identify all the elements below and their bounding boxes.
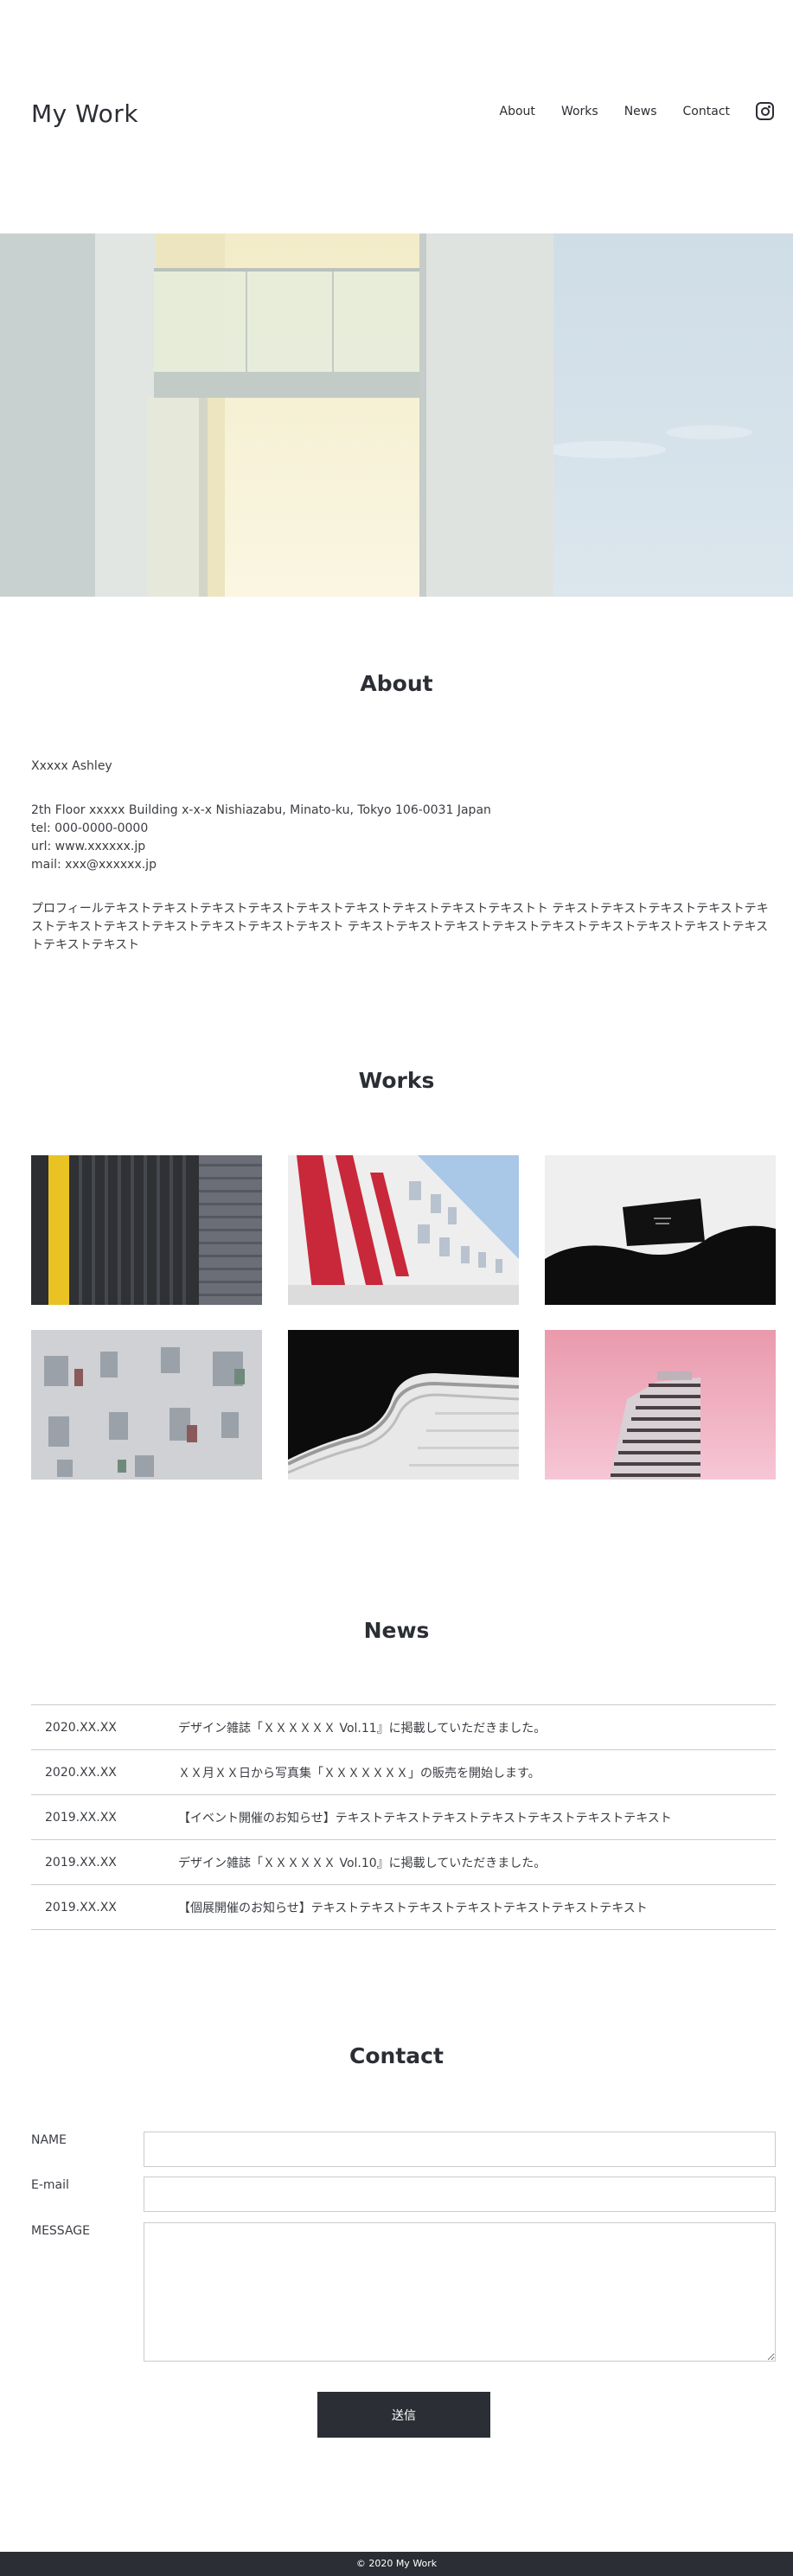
site-logo[interactable]: My Work [31, 99, 138, 128]
email-field[interactable] [144, 2176, 776, 2212]
news-item[interactable]: 2020.XX.XX ＸＸ月ＸＸ日から写真集「ＸＸＸＸＸＸＸ」の販売を開始します… [31, 1750, 776, 1795]
news-item[interactable]: 2019.XX.XX 【個展開催のお知らせ】テキストテキストテキストテキストテキ… [31, 1885, 776, 1930]
work-item-yellow-stripe[interactable] [31, 1155, 262, 1305]
about-name: Xxxxx Ashley [31, 759, 112, 773]
site-header: My Work About Works News Contact [0, 0, 793, 233]
nav-contact[interactable]: Contact [683, 105, 730, 118]
about-profile: プロフィールテキストテキストテキストテキストテキストテキストテキストテキストテキ… [31, 902, 769, 952]
work-item-curved-building[interactable] [288, 1330, 519, 1480]
work-item-red-white[interactable] [288, 1155, 519, 1305]
main-nav: About Works News Contact [500, 102, 774, 120]
works-grid [31, 1155, 776, 1480]
news-date: 2020.XX.XX [45, 1720, 117, 1735]
submit-button[interactable]: 送信 [317, 2392, 490, 2438]
news-date: 2019.XX.XX [45, 1810, 117, 1825]
instagram-icon[interactable] [756, 102, 774, 120]
about-title: About [360, 671, 433, 696]
news-text: デザイン雑誌「ＸＸＸＸＸＸ Vol.11』に掲載していただきました。 [178, 1721, 547, 1735]
news-text: デザイン雑誌「ＸＸＸＸＸＸ Vol.10』に掲載していただきました。 [178, 1856, 547, 1870]
work-item-pink-tower[interactable] [545, 1330, 776, 1480]
message-field[interactable] [144, 2222, 776, 2362]
news-text: 【個展開催のお知らせ】テキストテキストテキストテキストテキストテキストテキスト [178, 1901, 648, 1915]
email-label: E-mail [31, 2178, 69, 2192]
about-address: 2th Floor xxxxx Building x-x-x Nishiazab… [31, 803, 491, 817]
about-url: url: www.xxxxxx.jp [31, 840, 146, 853]
news-text: ＸＸ月ＸＸ日から写真集「ＸＸＸＸＸＸＸ」の販売を開始します。 [178, 1766, 540, 1780]
work-item-white-balcony[interactable] [545, 1155, 776, 1305]
hero-image [0, 233, 793, 597]
name-field[interactable] [144, 2132, 776, 2167]
copyright-text: © 2020 My Work [355, 2558, 438, 2569]
about-tel: tel: 000-0000-0000 [31, 821, 149, 835]
name-label: NAME [31, 2133, 67, 2147]
works-title: Works [358, 1068, 435, 1093]
news-item[interactable]: 2019.XX.XX デザイン雑誌「ＸＸＸＸＸＸ Vol.10』に掲載していただ… [31, 1840, 776, 1885]
contact-title: Contact [349, 2043, 444, 2068]
message-label: MESSAGE [31, 2224, 90, 2238]
nav-about[interactable]: About [500, 105, 535, 118]
news-item[interactable]: 2020.XX.XX デザイン雑誌「ＸＸＸＸＸＸ Vol.11』に掲載していただ… [31, 1705, 776, 1750]
news-text: 【イベント開催のお知らせ】テキストテキストテキストテキストテキストテキストテキス… [178, 1811, 672, 1825]
about-mail: mail: xxx@xxxxxx.jp [31, 858, 157, 872]
news-list: 2020.XX.XX デザイン雑誌「ＸＸＸＸＸＸ Vol.11』に掲載していただ… [31, 1704, 776, 1930]
news-item[interactable]: 2019.XX.XX 【イベント開催のお知らせ】テキストテキストテキストテキスト… [31, 1795, 776, 1840]
news-date: 2019.XX.XX [45, 1855, 117, 1870]
news-title: News [363, 1618, 430, 1643]
nav-works[interactable]: Works [561, 105, 598, 118]
news-date: 2019.XX.XX [45, 1900, 117, 1914]
work-item-grey-windows[interactable] [31, 1330, 262, 1480]
news-date: 2020.XX.XX [45, 1765, 117, 1780]
site-footer: © 2020 My Work [0, 2552, 793, 2576]
nav-news[interactable]: News [624, 105, 657, 118]
